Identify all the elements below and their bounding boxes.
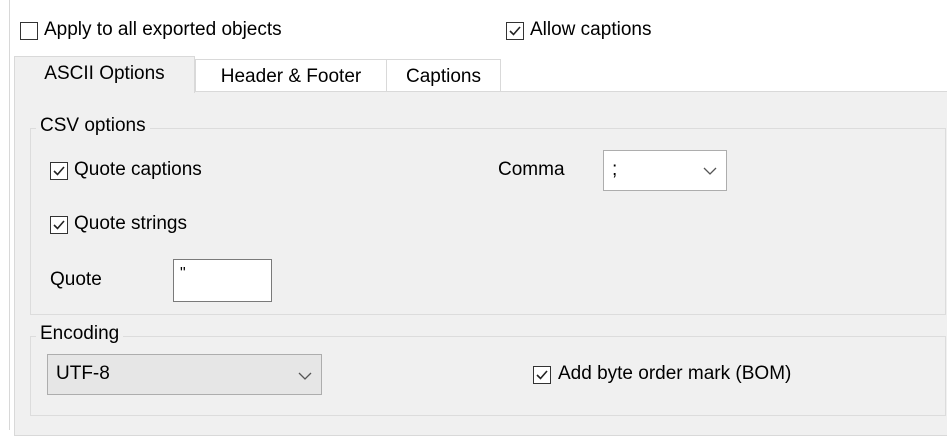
bom-checkbox[interactable]: [533, 366, 551, 384]
encoding-value: UTF-8: [56, 363, 110, 384]
allow-captions-label[interactable]: Allow captions: [530, 18, 651, 42]
chevron-down-icon: [703, 167, 717, 175]
check-icon: [53, 220, 65, 230]
tab-label: Header & Footer: [220, 66, 362, 87]
chevron-down-icon: [298, 372, 312, 380]
comma-select[interactable]: ;: [603, 150, 727, 191]
window-left-edge: [9, 0, 10, 430]
tab-header-footer[interactable]: Header & Footer: [195, 59, 387, 93]
tab-captions[interactable]: Captions: [386, 59, 501, 93]
tab-label: ASCII Options: [44, 63, 165, 84]
tab-ascii-options[interactable]: ASCII Options: [14, 56, 195, 93]
quote-captions-checkbox[interactable]: [50, 162, 68, 180]
encoding-select[interactable]: UTF-8: [47, 354, 322, 395]
quote-label: Quote: [50, 269, 102, 290]
apply-to-all-checkbox[interactable]: [20, 22, 38, 40]
bom-label[interactable]: Add byte order mark (BOM): [558, 362, 791, 386]
comma-label: Comma: [498, 159, 565, 180]
quote-captions-label[interactable]: Quote captions: [74, 158, 202, 182]
csv-options-title: CSV options: [36, 114, 150, 138]
allow-captions-checkbox[interactable]: [506, 22, 524, 40]
quote-strings-checkbox[interactable]: [50, 216, 68, 234]
encoding-title: Encoding: [36, 322, 124, 346]
quote-input-value: ": [180, 265, 186, 282]
quote-input[interactable]: ": [173, 259, 272, 302]
comma-value: ;: [612, 159, 618, 180]
check-icon: [53, 166, 65, 176]
quote-strings-label[interactable]: Quote strings: [74, 212, 187, 236]
tab-label: Captions: [406, 66, 481, 87]
apply-to-all-label[interactable]: Apply to all exported objects: [44, 18, 282, 42]
check-icon: [509, 26, 521, 36]
check-icon: [536, 370, 548, 380]
